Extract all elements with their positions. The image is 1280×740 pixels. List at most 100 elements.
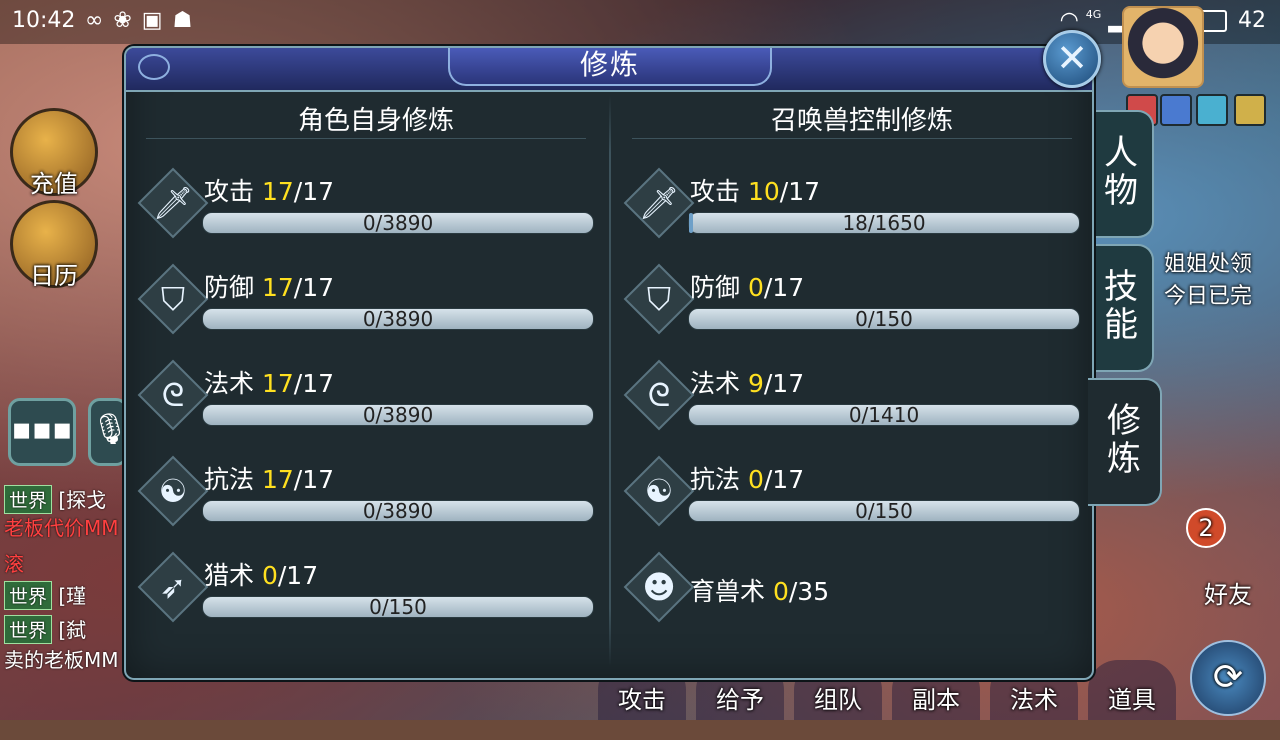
shield-icon: ⛉: [646, 280, 671, 318]
friends-button[interactable]: 好友: [1188, 540, 1268, 610]
skill-label: 防御: [204, 273, 255, 302]
items-button[interactable]: 道具: [1088, 660, 1176, 720]
player-avatar[interactable]: [1122, 6, 1204, 88]
skill-progress-text: 0/150: [855, 307, 913, 331]
buff-icon[interactable]: [1160, 94, 1192, 126]
tab-cultivation-label: 修 炼: [1107, 401, 1141, 479]
skill-name: 抗法 17/17: [204, 460, 334, 496]
close-button[interactable]: ✕: [1043, 30, 1101, 88]
skill-max-level: /17: [763, 465, 805, 494]
tab-skills[interactable]: 技 能: [1090, 244, 1154, 372]
skill-current-level: 17: [261, 177, 294, 206]
skill-max-level: /17: [779, 177, 821, 206]
dialog-title-bar: 修炼: [126, 48, 1092, 92]
close-icon: ✕: [1056, 36, 1088, 80]
skill-label: 攻击: [204, 177, 255, 206]
skill-max-level: /17: [293, 273, 335, 302]
skill-name: 法术 17/17: [204, 364, 334, 400]
panel-ornament: [632, 126, 1072, 139]
chat-line: 世界 [瑾: [4, 580, 86, 610]
skill-max-level: /17: [277, 561, 319, 590]
skill-progress-bar: 0/3890: [202, 212, 594, 234]
skill-progress-fill: [689, 213, 694, 233]
skill-progress-bar: 0/3890: [202, 500, 594, 522]
tab-cultivation[interactable]: 修 炼: [1088, 378, 1162, 506]
chat-text: 老板代价MM: [4, 516, 119, 540]
skill-progress-text: 0/3890: [362, 403, 434, 427]
skill-current-level: 17: [261, 273, 294, 302]
status-notification-icons: ∞❀▣☗: [85, 8, 202, 33]
recharge-button[interactable]: 充值: [10, 108, 98, 198]
skill-max-level: /17: [293, 369, 335, 398]
chat-text: [弑: [58, 618, 87, 642]
infinity-icon: ∞: [85, 8, 114, 33]
staff-icon: ᘓ: [647, 376, 671, 414]
calendar-button[interactable]: 日历: [10, 200, 98, 290]
tab-character[interactable]: 人 物: [1090, 110, 1154, 238]
refresh-icon: ⟳: [1212, 657, 1244, 698]
skill-progress-bar: 0/1410: [688, 404, 1080, 426]
refresh-button[interactable]: ⟳: [1190, 640, 1266, 716]
chat-button[interactable]: ▪▪▪: [8, 398, 76, 466]
qq-icon: ☗: [172, 8, 203, 33]
skill-current-level: 9: [747, 369, 764, 398]
skill-label: 法术: [690, 369, 741, 398]
panel-ornament: [146, 126, 586, 139]
skill-label: 育兽术: [690, 577, 766, 606]
skill-name: 抗法 0/17: [690, 460, 804, 496]
calendar-label: 日历: [30, 262, 78, 290]
skill-max-level: /17: [293, 177, 335, 206]
voice-button[interactable]: 🎙: [88, 398, 129, 466]
chat-text: [探戈: [58, 488, 107, 512]
skill-name: 攻击 10/17: [690, 172, 820, 208]
skill-label: 抗法: [690, 465, 741, 494]
chat-line: 世界 [探戈: [4, 484, 106, 514]
friends-label: 好友: [1204, 581, 1252, 609]
chat-line: 世界 [弑: [4, 614, 86, 644]
cultivation-dialog: 修炼 ✕ 角色自身修炼 召唤兽控制修炼 🗡 攻击 17/17 0/3890 ⛉ 防御 1…: [124, 30, 1101, 680]
skill-name: 防御 17/17: [204, 268, 334, 304]
skill-name: 猎术 0/17: [204, 556, 318, 592]
skill-name: 法术 9/17: [690, 364, 804, 400]
sword-icon: 🗡: [152, 184, 194, 222]
skill-progress-bar: 0/3890: [202, 308, 594, 330]
tab-character-label: 人 物: [1104, 133, 1138, 211]
quest-tracker[interactable]: 姐姐处领 今日已完: [1164, 246, 1252, 310]
battery-level: 42: [1238, 8, 1266, 33]
world-channel-tag[interactable]: 世界: [4, 615, 53, 644]
quest-text: 姐姐处领: [1164, 252, 1253, 277]
skill-current-level: 17: [261, 465, 294, 494]
image-icon: ▣: [141, 8, 173, 33]
skill-current-level: 10: [747, 177, 780, 206]
ornament-icon: [138, 54, 170, 80]
skill-current-level: 0: [261, 561, 278, 590]
chat-line: 老板代价MM: [4, 512, 119, 541]
world-channel-tag[interactable]: 世界: [4, 485, 53, 514]
quest-text: 今日已完: [1164, 284, 1253, 309]
skill-current-level: 0: [772, 577, 789, 606]
chat-text: 卖的老板MM: [4, 648, 119, 672]
skill-progress-text: 0/150: [855, 499, 913, 523]
skill-progress-text: 0/150: [369, 595, 427, 619]
yinyang-icon: ☯: [158, 472, 188, 510]
world-channel-tag[interactable]: 世界: [4, 581, 53, 610]
skill-max-level: /17: [763, 369, 805, 398]
skill-label: 攻击: [690, 177, 741, 206]
staff-icon: ᘓ: [161, 376, 185, 414]
skill-label: 防御: [690, 273, 741, 302]
skill-progress-bar: 18/1650: [688, 212, 1080, 234]
dialog-title: 修炼: [448, 48, 772, 86]
buff-icon[interactable]: [1234, 94, 1266, 126]
buff-icon[interactable]: [1196, 94, 1228, 126]
panel-divider: [609, 96, 611, 666]
skill-progress-text: 18/1650: [842, 211, 926, 235]
network-label: 4G: [1085, 8, 1102, 21]
status-time: 10:42: [12, 8, 76, 33]
paw-icon: ❀: [113, 8, 142, 33]
skill-progress-text: 0/1410: [848, 403, 920, 427]
skill-current-level: 0: [747, 465, 764, 494]
skill-current-level: 0: [747, 273, 764, 302]
sword-icon: 🗡: [638, 184, 680, 222]
skill-label: 抗法: [204, 465, 255, 494]
yinyang-icon: ☯: [644, 472, 674, 510]
